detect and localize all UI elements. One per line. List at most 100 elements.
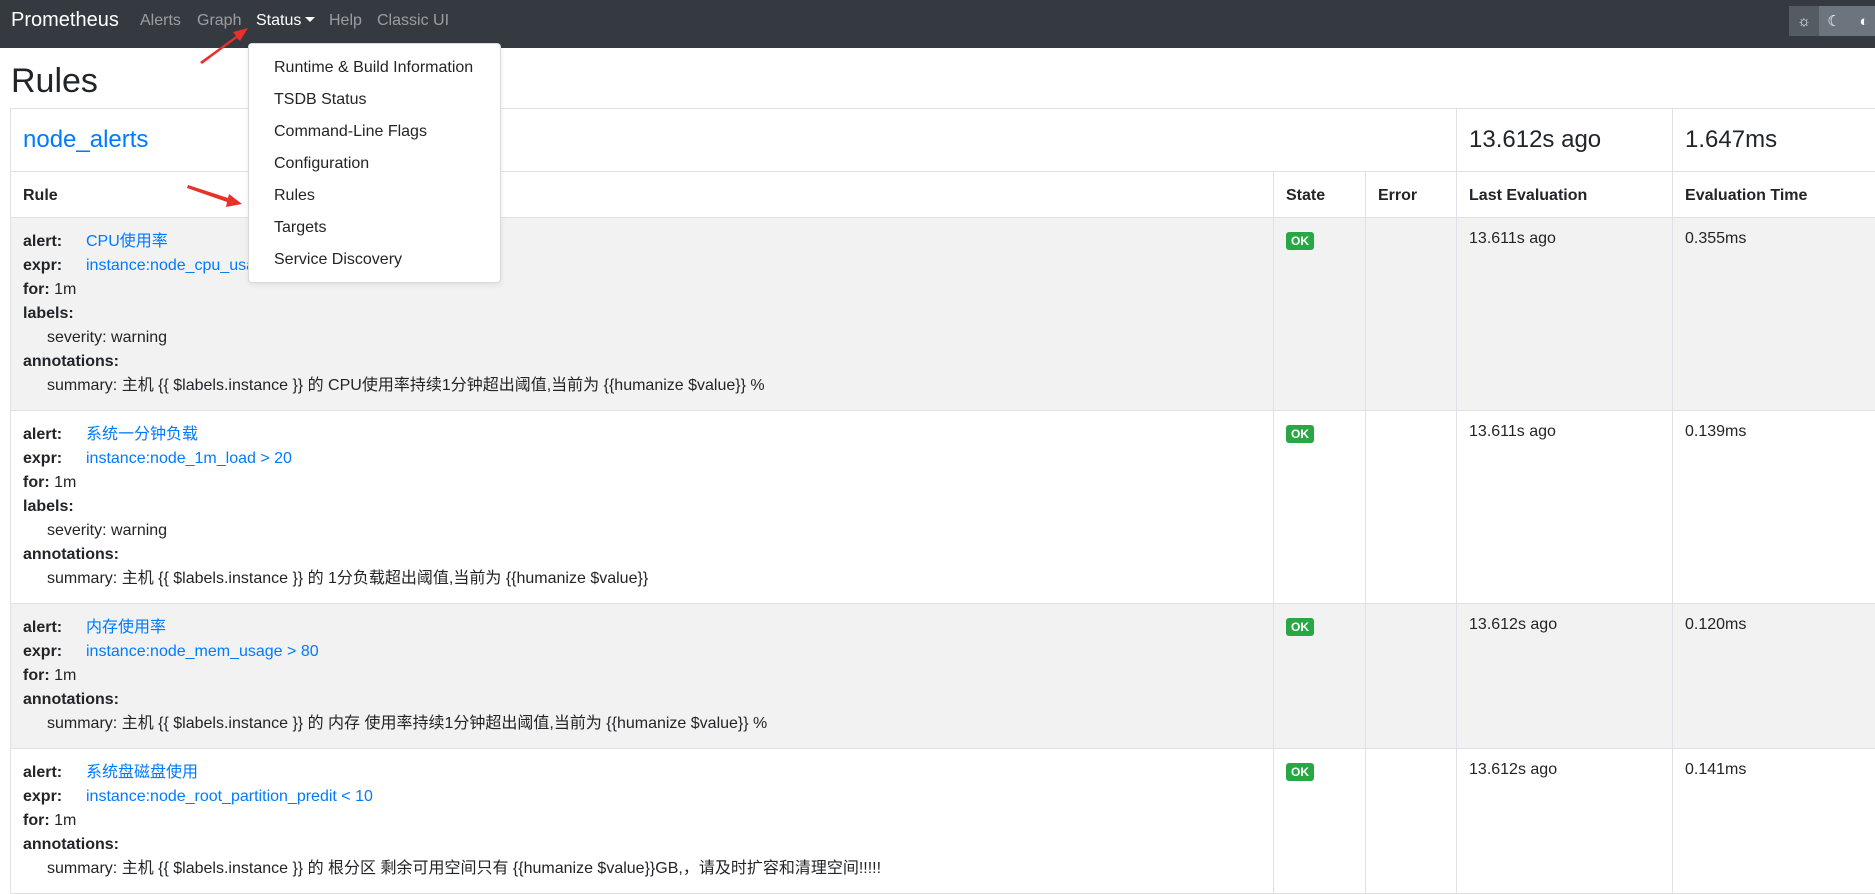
rule-cell: alert:系统一分钟负载 expr:instance:node_1m_load… <box>11 411 1274 604</box>
annotation-key: summary: <box>47 570 117 587</box>
last-evaluation-cell: 13.612s ago <box>1457 749 1673 894</box>
rule-cell: alert:系统盘磁盘使用 expr:instance:node_root_pa… <box>11 749 1274 894</box>
error-cell <box>1366 218 1457 411</box>
status-badge: OK <box>1286 232 1314 250</box>
error-cell <box>1366 411 1457 604</box>
error-cell <box>1366 604 1457 749</box>
for-key: for: <box>23 474 50 491</box>
page-title: Rules <box>11 62 98 101</box>
annotation-value: 主机 {{ $labels.instance }} 的 CPU使用率持续1分钟超… <box>122 377 765 394</box>
nav-help[interactable]: Help <box>329 12 362 30</box>
state-cell: OK <box>1274 411 1366 604</box>
last-evaluation-cell: 13.611s ago <box>1457 411 1673 604</box>
expr-link[interactable]: instance:node_mem_usage > 80 <box>86 643 319 660</box>
expr-key: expr: <box>23 785 86 809</box>
column-header-last-evaluation: Last Evaluation <box>1457 172 1673 218</box>
label-key: severity: <box>47 522 107 539</box>
status-badge: OK <box>1286 763 1314 781</box>
state-cell: OK <box>1274 604 1366 749</box>
evaluation-time-cell: 0.355ms <box>1673 218 1875 411</box>
alert-name-link[interactable]: 内存使用率 <box>86 619 166 636</box>
last-evaluation-cell: 13.612s ago <box>1457 604 1673 749</box>
menu-item-configuration[interactable]: Configuration <box>249 148 500 180</box>
sun-icon[interactable]: ☼ <box>1789 6 1819 36</box>
nav-status-dropdown[interactable]: Status <box>256 12 315 30</box>
menu-item-rules[interactable]: Rules <box>249 180 500 212</box>
contrast-icon[interactable]: ◐ <box>1849 6 1875 36</box>
labels-key: labels: <box>23 498 74 515</box>
status-dropdown-menu: Runtime & Build Information TSDB Status … <box>248 43 501 283</box>
annotation-value: 主机 {{ $labels.instance }} 的 1分负载超出阈值,当前为… <box>122 570 648 587</box>
annotations-key: annotations: <box>23 353 119 370</box>
annotations-key: annotations: <box>23 836 119 853</box>
annotation-key: summary: <box>47 377 117 394</box>
annotations-key: annotations: <box>23 546 119 563</box>
last-evaluation-cell: 13.611s ago <box>1457 218 1673 411</box>
menu-item-tsdb-status[interactable]: TSDB Status <box>249 84 500 116</box>
label-key: severity: <box>47 329 107 346</box>
annotation-value: 主机 {{ $labels.instance }} 的 内存 使用率持续1分钟超… <box>122 715 768 732</box>
alert-name-link[interactable]: 系统一分钟负载 <box>86 426 198 443</box>
for-key: for: <box>23 281 50 298</box>
alert-name-link[interactable]: CPU使用率 <box>86 233 168 250</box>
error-cell <box>1366 749 1457 894</box>
nav-classic-ui[interactable]: Classic UI <box>377 12 449 30</box>
theme-toggle: ☼ ☾ ◐ <box>1789 6 1875 36</box>
annotation-value: 主机 {{ $labels.instance }} 的 根分区 剩余可用空间只有… <box>122 860 881 877</box>
moon-icon[interactable]: ☾ <box>1819 6 1849 36</box>
menu-item-targets[interactable]: Targets <box>249 212 500 244</box>
for-key: for: <box>23 667 50 684</box>
expr-key: expr: <box>23 640 86 664</box>
column-header-evaluation-time: Evaluation Time <box>1673 172 1875 218</box>
label-value: warning <box>111 329 167 346</box>
table-row: alert:内存使用率 expr:instance:node_mem_usage… <box>11 604 1875 749</box>
annotation-key: summary: <box>47 860 117 877</box>
alert-name-link[interactable]: 系统盘磁盘使用 <box>86 764 198 781</box>
label-value: warning <box>111 522 167 539</box>
state-cell: OK <box>1274 218 1366 411</box>
alert-key: alert: <box>23 423 86 447</box>
alert-key: alert: <box>23 761 86 785</box>
nav-graph[interactable]: Graph <box>197 12 241 30</box>
status-badge: OK <box>1286 425 1314 443</box>
rule-cell: alert:CPU使用率 expr:instance:node_cpu_usag… <box>11 218 1274 411</box>
annotations-key: annotations: <box>23 691 119 708</box>
group-evaluation-time: 1.647ms <box>1685 126 1777 153</box>
status-badge: OK <box>1286 618 1314 636</box>
group-last-evaluation-cell: 13.612s ago <box>1457 109 1673 172</box>
evaluation-time-cell: 0.120ms <box>1673 604 1875 749</box>
annotation-key: summary: <box>47 715 117 732</box>
expr-key: expr: <box>23 447 86 471</box>
rule-cell: alert:内存使用率 expr:instance:node_mem_usage… <box>11 604 1274 749</box>
alert-key: alert: <box>23 616 86 640</box>
menu-item-runtime-build-info[interactable]: Runtime & Build Information <box>249 52 500 84</box>
alert-key: alert: <box>23 230 86 254</box>
expr-key: expr: <box>23 254 86 278</box>
menu-item-service-discovery[interactable]: Service Discovery <box>249 244 500 276</box>
group-last-evaluation: 13.612s ago <box>1469 126 1601 153</box>
caret-down-icon <box>305 17 315 22</box>
for-value: 1m <box>54 474 76 491</box>
group-name-cell: node_alerts <box>11 109 1457 172</box>
navbar: Prometheus Alerts Graph Status Help Clas… <box>0 0 1875 48</box>
group-evaluation-time-cell: 1.647ms <box>1673 109 1875 172</box>
nav-alerts[interactable]: Alerts <box>140 12 181 30</box>
brand-logo[interactable]: Prometheus <box>11 9 119 32</box>
menu-item-command-line-flags[interactable]: Command-Line Flags <box>249 116 500 148</box>
for-value: 1m <box>54 667 76 684</box>
table-row: alert:系统盘磁盘使用 expr:instance:node_root_pa… <box>11 749 1875 894</box>
labels-key: labels: <box>23 305 74 322</box>
expr-link[interactable]: instance:node_root_partition_predit < 10 <box>86 788 373 805</box>
group-name-link[interactable]: node_alerts <box>23 126 148 153</box>
nav-status-label: Status <box>256 12 301 29</box>
evaluation-time-cell: 0.141ms <box>1673 749 1875 894</box>
evaluation-time-cell: 0.139ms <box>1673 411 1875 604</box>
expr-link[interactable]: instance:node_1m_load > 20 <box>86 450 292 467</box>
state-cell: OK <box>1274 749 1366 894</box>
for-value: 1m <box>54 281 76 298</box>
column-header-rule: Rule <box>11 172 1274 218</box>
for-key: for: <box>23 812 50 829</box>
column-header-error: Error <box>1366 172 1457 218</box>
table-row: alert:系统一分钟负载 expr:instance:node_1m_load… <box>11 411 1875 604</box>
for-value: 1m <box>54 812 76 829</box>
